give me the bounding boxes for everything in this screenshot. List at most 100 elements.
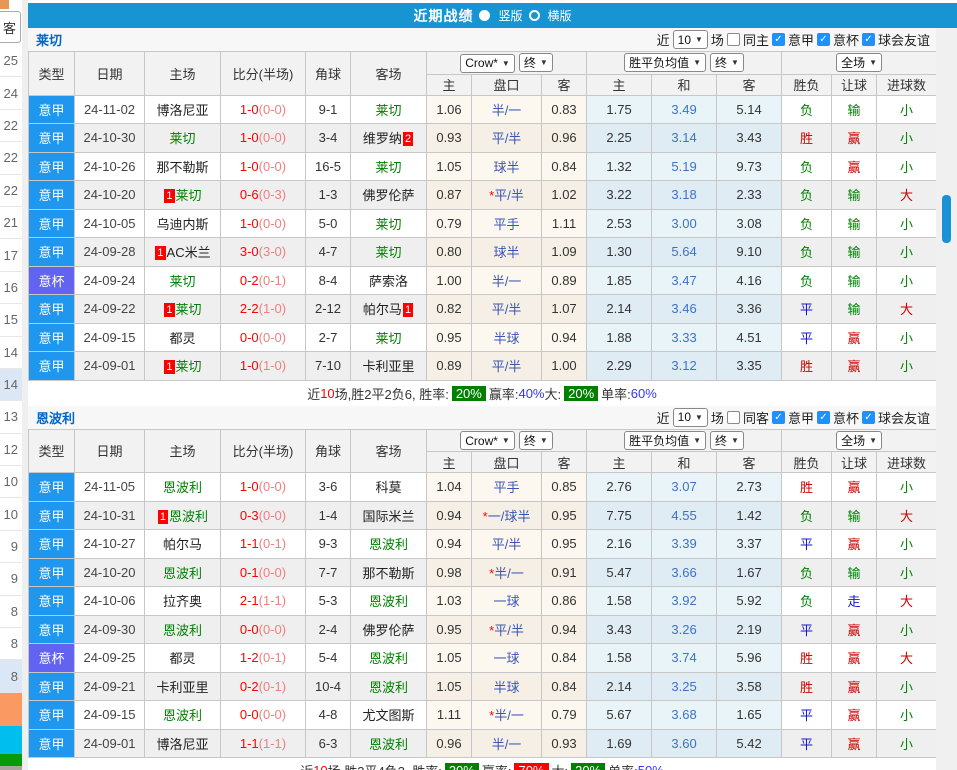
league-checkbox-意甲-checked[interactable]: ✓ [772,33,785,46]
result-wdl: 胜 [782,672,832,701]
league-label: 球会友谊 [878,30,930,49]
same-side-checkbox-unchecked[interactable] [727,33,740,46]
league-checkbox-球会友谊-checked[interactable]: ✓ [862,33,875,46]
table-row: 意甲24-11-05恩波利1-0(0-0)3-6科莫1.04平手0.852.76… [29,473,937,502]
corners: 2-12 [306,295,351,324]
sidebar-number[interactable]: 9 [0,563,22,595]
result-handicap: 赢 [832,352,877,381]
result-handicap: 赢 [832,152,877,181]
sidebar-number[interactable]: 10 [0,498,22,530]
sidebar-number[interactable]: 14 [0,369,22,401]
avg-home: 2.76 [587,473,652,502]
home-team: 莱切 [145,124,221,153]
sidebar-number[interactable]: 15 [0,304,22,336]
scope-select[interactable]: 全场▼ [836,53,882,72]
home-team-name: AC米兰 [167,245,211,260]
table-row: 意甲24-10-311恩波利0-3(0-0)1-4国际米兰0.94*一/球半0.… [29,501,937,530]
match-count-select-value: 10 [678,33,691,47]
odds-time-select[interactable]: 终▼ [519,431,553,450]
halftime-score: (0-1) [259,536,286,551]
away-odds: 0.93 [542,729,587,758]
sub-header-胜负: 胜负 [782,452,832,473]
match-count-select[interactable]: 10▼ [673,408,708,427]
sidebar-partial-input[interactable]: 客 [0,11,21,43]
score: 3-0(3-0) [221,238,306,267]
titlebar: 近期战绩 竖版横版 [28,3,957,28]
score: 1-0(0-0) [221,473,306,502]
result-goals: 大 [877,587,937,616]
sidebar-color-block-1 [0,693,22,726]
sidebar-number[interactable]: 9 [0,531,22,563]
sidebar-number[interactable]: 22 [0,110,22,142]
chevron-down-icon: ▼ [731,436,739,445]
avg-time-select-value: 终 [715,54,727,71]
match-date: 24-09-21 [75,672,145,701]
home-team: 乌迪内斯 [145,209,221,238]
sidebar-number[interactable]: 8 [0,596,22,628]
match-type: 意甲 [29,530,75,559]
layout-radio-1[interactable] [479,10,490,21]
layout-radio-label-2[interactable]: 横版 [548,7,572,24]
match-date: 24-10-27 [75,530,145,559]
red-card-badge: 1 [164,189,174,203]
sidebar-number[interactable]: 25 [0,45,22,77]
home-team: 都灵 [145,644,221,673]
result-goals: 大 [877,644,937,673]
avg-type-select[interactable]: 胜平负均值▼ [624,53,706,72]
odds-company-select[interactable]: Crow*▼ [460,54,515,73]
league-checkbox-意杯-checked[interactable]: ✓ [817,411,830,424]
odds-company-select[interactable]: Crow*▼ [460,431,515,450]
sidebar-number[interactable]: 16 [0,272,22,304]
home-odds: 0.94 [427,501,472,530]
home-team-name: 恩波利 [163,566,202,581]
sidebar-number[interactable]: 14 [0,337,22,369]
sidebar-number[interactable]: 12 [0,434,22,466]
away-odds: 0.94 [542,615,587,644]
scrollbar-thumb[interactable] [942,195,951,243]
avg-type-select-value: 胜平负均值 [629,54,689,71]
sidebar-number[interactable]: 8 [0,628,22,660]
scrollbar-track[interactable] [936,28,957,770]
avg-away: 3.43 [717,124,782,153]
league-checkbox-球会友谊-checked[interactable]: ✓ [862,411,875,424]
sidebar-number[interactable]: 17 [0,239,22,271]
odds-time-select[interactable]: 终▼ [519,53,553,72]
sidebar-number[interactable]: 22 [0,175,22,207]
sub-header-主: 主 [587,452,652,473]
same-side-checkbox-unchecked[interactable] [727,411,740,424]
home-team-name: 博洛尼亚 [156,737,208,752]
sidebar-number[interactable]: 22 [0,142,22,174]
home-team: 恩波利 [145,558,221,587]
sidebar-number[interactable]: 24 [0,77,22,109]
match-count-select[interactable]: 10▼ [673,30,708,49]
avg-type-select[interactable]: 胜平负均值▼ [624,431,706,450]
scope-select[interactable]: 全场▼ [836,431,882,450]
corners: 3-4 [306,124,351,153]
match-date: 24-10-30 [75,124,145,153]
avg-draw: 3.25 [652,672,717,701]
away-team-name: 莱切 [375,331,401,346]
result-goals: 小 [877,238,937,267]
away-team: 维罗纳2 [351,124,427,153]
sidebar-number[interactable]: 13 [0,401,22,433]
sidebar-number[interactable]: 21 [0,207,22,239]
avg-time-select[interactable]: 终▼ [710,53,744,72]
avg-draw: 3.49 [652,95,717,124]
away-team-name: 莱切 [375,245,401,260]
league-checkbox-意杯-checked[interactable]: ✓ [817,33,830,46]
avg-time-select-value: 终 [715,432,727,449]
layout-radio-2[interactable] [529,10,540,21]
rate-badge: 20% [452,386,486,401]
sidebar-number[interactable]: 8 [0,660,22,692]
result-handicap: 赢 [832,672,877,701]
result-handicap: 输 [832,266,877,295]
result-goals: 大 [877,501,937,530]
match-date: 24-09-15 [75,323,145,352]
avg-time-select[interactable]: 终▼ [710,431,744,450]
score: 0-2(0-1) [221,672,306,701]
team-band-2: 恩波利近10▼场同客✓意甲✓意杯✓球会友谊 [28,406,936,429]
league-checkbox-意甲-checked[interactable]: ✓ [772,411,785,424]
layout-radio-label-1[interactable]: 竖版 [498,7,522,24]
sidebar-number[interactable]: 10 [0,466,22,498]
away-team: 恩波利 [351,729,427,758]
